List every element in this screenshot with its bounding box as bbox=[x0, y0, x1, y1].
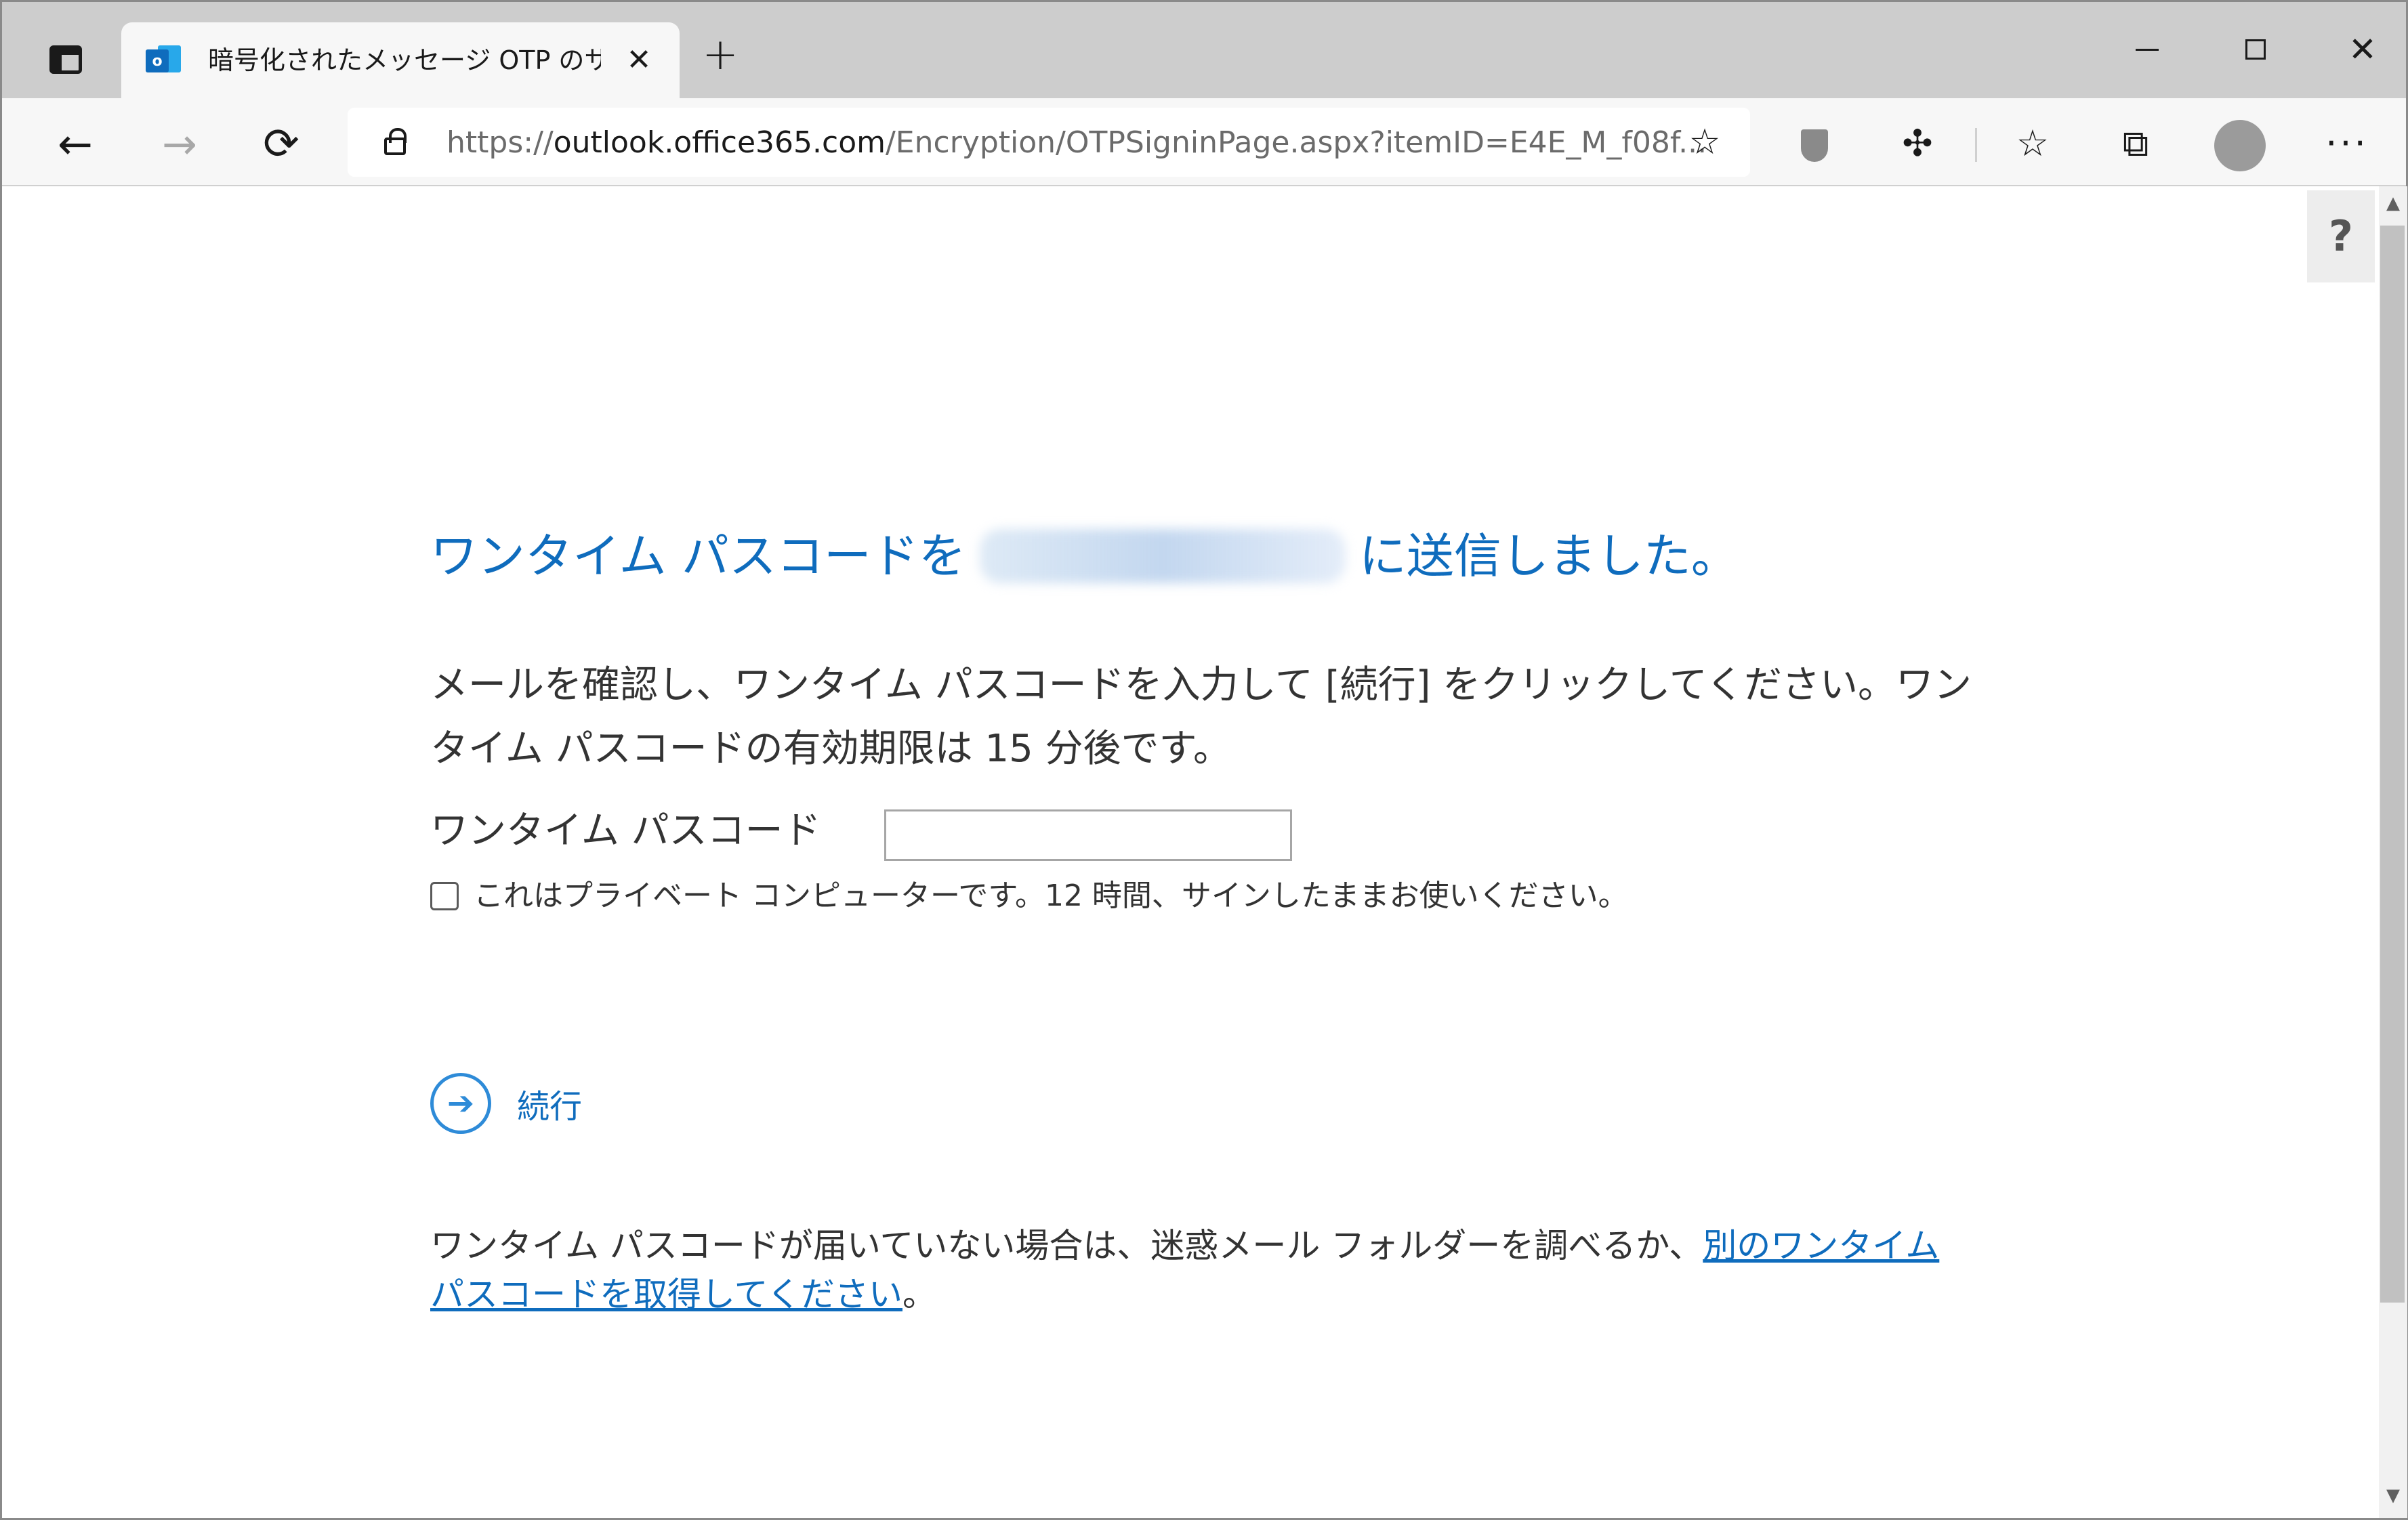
minimize-button[interactable] bbox=[2113, 22, 2181, 77]
tab-actions-button[interactable] bbox=[32, 29, 100, 90]
footer-end: 。 bbox=[902, 1275, 936, 1314]
add-favorite-icon[interactable]: ☆ bbox=[1682, 120, 1727, 165]
footer-note: ワンタイム パスコードが届いていない場合は、迷惑メール フォルダーを調べるか、別… bbox=[430, 1221, 1961, 1319]
profile-avatar-icon[interactable] bbox=[2209, 113, 2270, 174]
browser-window: o 暗号化されたメッセージ OTP のサイン ✕ + ✕ ← → ⟳ https… bbox=[0, 0, 2408, 1520]
collections-icon[interactable]: ⧉ bbox=[2105, 113, 2166, 174]
toolbar-divider bbox=[1975, 128, 1977, 162]
extensions-icon[interactable]: ✣ bbox=[1887, 113, 1948, 174]
maximize-icon bbox=[2245, 39, 2266, 60]
url-text[interactable]: https://outlook.office365.com/Encryption… bbox=[447, 123, 1707, 163]
continue-button[interactable]: ➔ 続行 bbox=[430, 1070, 582, 1137]
url-host: outlook.office365.com bbox=[553, 125, 886, 160]
maximize-button[interactable] bbox=[2222, 22, 2289, 77]
tab-actions-icon bbox=[49, 45, 82, 74]
forward-icon[interactable]: → bbox=[152, 117, 207, 171]
tracking-prevention-shield-icon[interactable] bbox=[1784, 113, 1845, 174]
instructions-text: メールを確認し、ワンタイム パスコードを入力して [続行] をクリックしてくださ… bbox=[430, 663, 1972, 771]
otp-label: ワンタイム パスコード bbox=[430, 809, 821, 853]
outlook-icon-letter: o bbox=[146, 49, 169, 72]
address-bar[interactable]: https://outlook.office365.com/Encryption… bbox=[348, 108, 1750, 177]
minimize-icon bbox=[2136, 48, 2159, 51]
continue-label[interactable]: 続行 bbox=[517, 1080, 582, 1127]
favorites-icon[interactable]: ☆ bbox=[2002, 113, 2063, 174]
outlook-icon: o bbox=[146, 45, 181, 75]
private-computer-row[interactable]: これはプライベート コンピューターです。12 時間、サインしたままお使いください… bbox=[430, 876, 1628, 916]
url-path: /Encryption/OTPSigninPage.aspx?itemID=E4… bbox=[885, 125, 1707, 160]
close-tab-icon[interactable]: ✕ bbox=[621, 43, 657, 78]
more-options-icon[interactable]: ··· bbox=[2317, 113, 2378, 174]
scroll-up-icon[interactable]: ▲ bbox=[2382, 193, 2405, 213]
tab-strip: o 暗号化されたメッセージ OTP のサイン ✕ + ✕ bbox=[2, 2, 2406, 98]
url-scheme: https:// bbox=[447, 125, 554, 160]
heading-suffix: に送信しました。 bbox=[1358, 528, 1739, 584]
private-computer-label[interactable]: これはプライベート コンピューターです。12 時間、サインしたままお使いください… bbox=[474, 876, 1628, 916]
tab-title: 暗号化されたメッセージ OTP のサイン bbox=[208, 45, 601, 75]
close-window-icon[interactable]: ✕ bbox=[2329, 22, 2396, 77]
footer-text: ワンタイム パスコードが届いていない場合は、迷惑メール フォルダーを調べるか、 bbox=[430, 1226, 1703, 1265]
refresh-icon[interactable]: ⟳ bbox=[254, 117, 308, 171]
heading-prefix: ワンタイム パスコードを bbox=[430, 528, 966, 584]
scroll-down-icon[interactable]: ▼ bbox=[2382, 1485, 2405, 1506]
arrow-right-circle-icon[interactable]: ➔ bbox=[430, 1073, 491, 1134]
lock-icon[interactable] bbox=[383, 128, 410, 155]
redacted-email bbox=[979, 529, 1346, 583]
private-computer-checkbox[interactable] bbox=[430, 882, 459, 910]
active-tab[interactable]: o 暗号化されたメッセージ OTP のサイン ✕ bbox=[121, 22, 680, 98]
help-icon[interactable]: ? bbox=[2307, 190, 2375, 282]
otp-input[interactable] bbox=[884, 809, 1292, 861]
scrollbar-thumb[interactable] bbox=[2380, 226, 2405, 1303]
back-icon[interactable]: ← bbox=[48, 117, 102, 171]
new-tab-icon[interactable]: + bbox=[697, 33, 743, 79]
page-heading: ワンタイム パスコードを に送信しました。 bbox=[430, 522, 1739, 590]
